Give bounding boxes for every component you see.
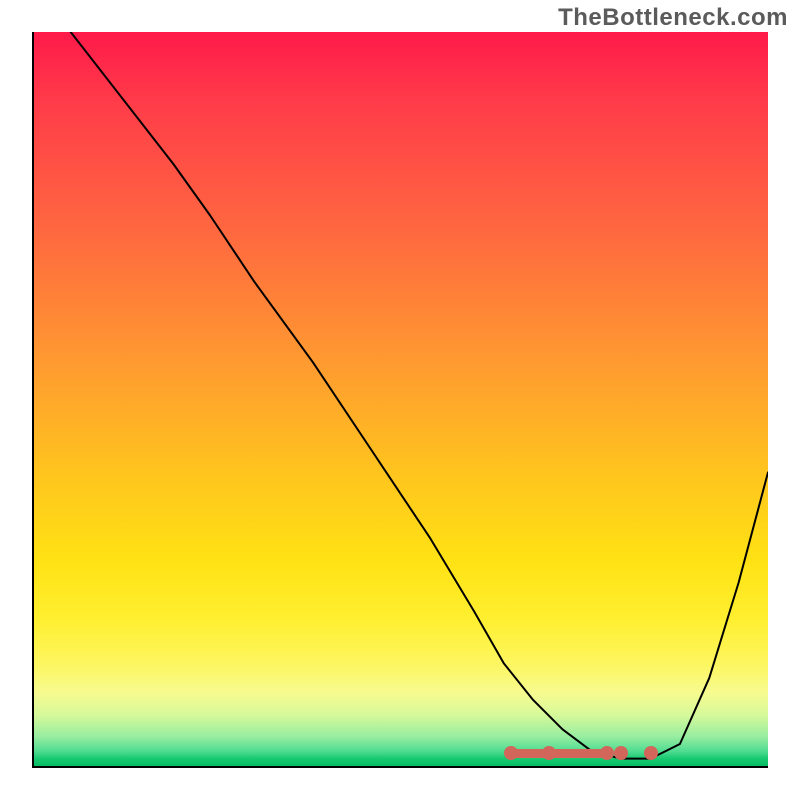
- optimal-marker-mid1: [542, 746, 556, 760]
- plot-area: [34, 32, 768, 766]
- chart-frame: [32, 32, 768, 768]
- optimal-marker-mid2: [600, 746, 614, 760]
- x-axis: [32, 766, 768, 768]
- optimal-marker-start: [504, 746, 518, 760]
- watermark-text: TheBottleneck.com: [558, 4, 788, 32]
- optimal-marker-gap: [614, 746, 628, 760]
- optimal-zone-bar: [511, 749, 606, 758]
- page-root: TheBottleneck.com: [0, 0, 800, 800]
- curve-path: [71, 32, 768, 759]
- optimal-marker-end: [644, 746, 658, 760]
- optimal-zone-markers: [34, 746, 768, 760]
- bottleneck-curve: [34, 32, 768, 766]
